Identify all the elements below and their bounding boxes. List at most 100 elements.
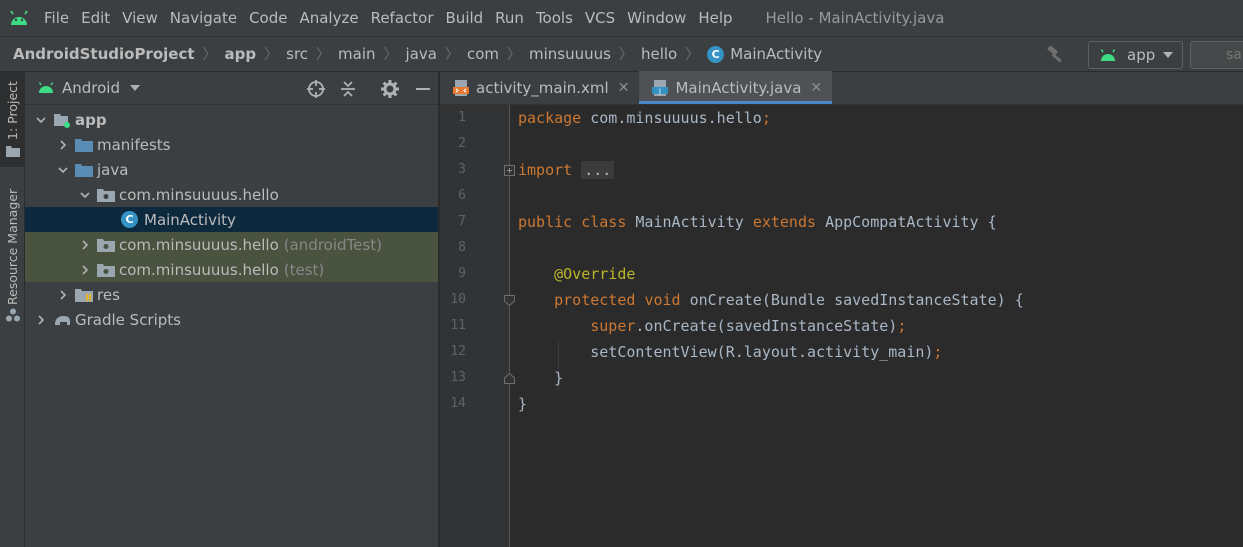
code-line-class: public class MainActivity extends AppCom… <box>518 209 997 235</box>
project-tool-tab-label: 1: Project <box>5 81 20 140</box>
keyword: protected <box>554 291 636 309</box>
line-number: 3 <box>458 162 466 177</box>
tree-item-java[interactable]: java <box>25 157 438 182</box>
code-line-super: super.onCreate(savedInstanceState); <box>518 313 906 339</box>
line-number-gutter: 1 2 3 6 7 8 9 10 11 12 13 14 <box>440 105 515 547</box>
fold-end-icon[interactable] <box>504 373 515 384</box>
keyword: import <box>518 161 573 179</box>
code-line-package: package com.minsuuuus.hello; <box>518 105 771 131</box>
menu-refactor[interactable]: Refactor <box>365 0 440 36</box>
folder-icon <box>75 162 93 178</box>
tree-item-app[interactable]: app <box>25 107 438 132</box>
menu-bar: File Edit View Navigate Code Analyze Ref… <box>0 0 1243 36</box>
chevron-right-icon: 〉 <box>202 47 217 63</box>
code-line-method: protected void onCreate(Bundle savedInst… <box>518 287 1024 313</box>
menu-vcs[interactable]: VCS <box>579 0 621 36</box>
search-input[interactable]: sa <box>1190 41 1243 69</box>
resource-manager-icon <box>6 308 20 322</box>
chevron-down-icon[interactable] <box>77 187 93 203</box>
breadcrumb-project[interactable]: AndroidStudioProject <box>13 45 195 63</box>
tree-item-gradle-scripts[interactable]: Gradle Scripts <box>25 307 438 332</box>
chevron-right-icon[interactable] <box>55 287 71 303</box>
window-title: Hello - MainActivity.java <box>765 9 945 27</box>
menu-edit[interactable]: Edit <box>75 0 116 36</box>
chevron-right-icon: 〉 <box>685 47 700 63</box>
project-tool-tab[interactable]: 1: Project <box>0 72 25 167</box>
code-line-annotation: @Override <box>518 261 635 287</box>
tree-item-package-androidtest[interactable]: com.minsuuuus.hello (androidTest) <box>25 232 438 257</box>
resource-manager-tab[interactable]: Resource Manager <box>0 185 25 305</box>
tree-item-suffix: (test) <box>283 260 325 279</box>
tree-item-manifests[interactable]: manifests <box>25 132 438 157</box>
superclass: AppCompatActivity { <box>825 213 997 231</box>
breadcrumb-main[interactable]: main <box>338 45 375 63</box>
menu-run[interactable]: Run <box>489 0 530 36</box>
close-icon[interactable]: ✕ <box>810 80 822 96</box>
chevron-right-icon: 〉 <box>444 47 459 63</box>
breadcrumb-app[interactable]: app <box>225 45 257 63</box>
breadcrumb-src[interactable]: src <box>286 45 308 63</box>
chevron-down-icon <box>1163 52 1173 58</box>
tree-item-label: com.minsuuuus.hello <box>119 185 279 204</box>
package-icon <box>97 237 115 253</box>
module-folder-icon <box>53 112 71 128</box>
tab-mainactivity-java[interactable]: J MainActivity.java ✕ <box>639 71 833 104</box>
java-file-icon: J <box>651 79 669 97</box>
tree-item-res[interactable]: res <box>25 282 438 307</box>
line-number: 8 <box>458 240 466 255</box>
closing-brace: } <box>554 369 564 387</box>
locate-target-icon[interactable] <box>306 79 326 99</box>
closing-brace: } <box>518 395 528 413</box>
keyword: void <box>644 291 681 309</box>
keyword: public <box>518 213 573 231</box>
menu-view[interactable]: View <box>116 0 164 36</box>
minimize-icon[interactable] <box>413 79 433 99</box>
menu-window[interactable]: Window <box>621 0 692 36</box>
menu-file[interactable]: File <box>38 0 75 36</box>
build-hammer-icon[interactable] <box>1045 44 1067 66</box>
breadcrumb-minsuuuus[interactable]: minsuuuus <box>529 45 611 63</box>
chevron-down-icon[interactable] <box>33 112 49 128</box>
menu-build[interactable]: Build <box>440 0 490 36</box>
keyword: package <box>518 109 582 127</box>
chevron-right-icon[interactable] <box>77 262 93 278</box>
tree-item-mainactivity[interactable]: C MainActivity <box>25 207 438 232</box>
code-area[interactable]: package com.minsuuuus.hello; import ... … <box>518 105 1238 547</box>
tree-item-label: com.minsuuuus.hello <box>119 260 279 279</box>
run-configuration-dropdown[interactable]: app <box>1088 41 1183 69</box>
fold-start-icon[interactable] <box>504 295 515 306</box>
tree-item-label: com.minsuuuus.hello <box>119 235 279 254</box>
menu-tools[interactable]: Tools <box>530 0 579 36</box>
tree-item-package-test[interactable]: com.minsuuuus.hello (test) <box>25 257 438 282</box>
menu-help[interactable]: Help <box>692 0 738 36</box>
svg-text:J: J <box>658 87 661 95</box>
chevron-down-icon[interactable] <box>130 85 140 91</box>
folded-imports[interactable]: ... <box>581 161 615 179</box>
chevron-right-icon[interactable] <box>77 237 93 253</box>
tree-item-package-main[interactable]: com.minsuuuus.hello <box>25 182 438 207</box>
project-view-selector[interactable]: Android <box>62 79 120 97</box>
menu-navigate[interactable]: Navigate <box>164 0 243 36</box>
close-icon[interactable]: ✕ <box>618 80 630 96</box>
tree-item-label: MainActivity <box>144 210 236 229</box>
keyword: super <box>590 317 636 335</box>
code-editor: activity_main.xml ✕ J MainActivity.java … <box>440 71 1243 547</box>
menu-analyze[interactable]: Analyze <box>293 0 364 36</box>
tree-item-label: app <box>75 110 107 129</box>
project-panel-header: Android <box>25 72 438 105</box>
tab-activity-main-xml[interactable]: activity_main.xml ✕ <box>440 71 639 104</box>
chevron-right-icon[interactable] <box>55 137 71 153</box>
collapse-all-icon[interactable] <box>338 79 358 99</box>
menu-code[interactable]: Code <box>243 0 293 36</box>
breadcrumb-java[interactable]: java <box>406 45 437 63</box>
breadcrumb-com[interactable]: com <box>467 45 499 63</box>
chevron-right-icon[interactable] <box>33 312 49 328</box>
gear-icon[interactable] <box>380 79 400 99</box>
keyword: class <box>581 213 627 231</box>
chevron-down-icon[interactable] <box>55 162 71 178</box>
breadcrumb-hello[interactable]: hello <box>641 45 677 63</box>
fold-plus-icon[interactable] <box>504 165 515 176</box>
project-tree: app manifests java com.minsuuuus.hello C… <box>25 105 438 332</box>
breadcrumb-mainactivity[interactable]: C MainActivity <box>707 45 822 63</box>
chevron-right-icon: 〉 <box>383 47 398 63</box>
